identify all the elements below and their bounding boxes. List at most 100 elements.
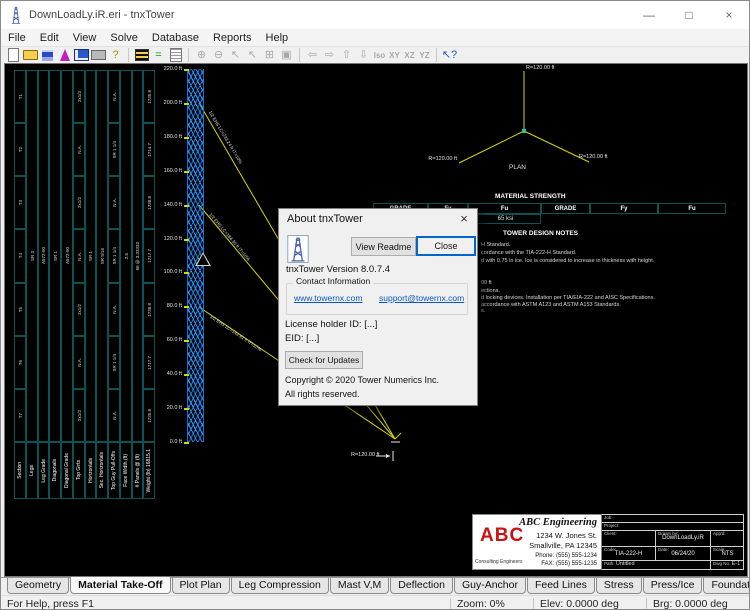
strength-header-cell: Fu [468, 203, 541, 214]
takeoff-column-label: # Panels @ (ft) [132, 442, 143, 499]
elevation-tick [184, 205, 189, 207]
toolbar-separator [128, 48, 129, 62]
takeoff-column-label: Horizontals [85, 442, 96, 499]
path-label: Path: [604, 561, 615, 566]
report-icon[interactable] [167, 48, 184, 63]
support-email-link[interactable]: support@towernx.com [379, 293, 464, 303]
tab-plot-plan[interactable]: Plot Plan [172, 578, 230, 594]
rotate-down-icon: ⇩ [355, 48, 372, 63]
takeoff-cell: SR 9/16 [96, 70, 108, 442]
equals-icon[interactable]: = [150, 48, 167, 63]
close-button[interactable]: × [709, 1, 749, 29]
design-note-line: accordance with ASTM A123 and ASTM A153 … [481, 302, 621, 308]
strength-cell: 65 ksi [469, 216, 542, 222]
version-text: tnxTower Version 8.0.7.4 [286, 264, 390, 275]
menu-reports[interactable]: Reports [206, 32, 259, 44]
tab-guy-anchor[interactable]: Guy-Anchor [454, 578, 526, 594]
firm-address2: Smallville, PA 12345 [529, 541, 597, 550]
elevation-label: 20.0 ft [152, 405, 182, 411]
menu-help[interactable]: Help [259, 32, 296, 44]
save-icon[interactable] [39, 48, 56, 63]
elevation-tick [184, 69, 189, 71]
elevation-label: 140.0 ft [152, 202, 182, 208]
tab-stress[interactable]: Stress [596, 578, 642, 594]
tab-foundation[interactable]: Foundation [703, 578, 750, 594]
takeoff-cell: 1735.8 [143, 389, 155, 442]
takeoff-cell: N.A. [108, 389, 120, 442]
elevation-tick [184, 408, 189, 410]
eid-text: EID: [...] [285, 333, 319, 344]
tab-mast-v-m[interactable]: Mast V,M [330, 578, 389, 594]
context-help-icon[interactable]: ↖? [441, 48, 458, 63]
takeoff-column-label: Top Girts [73, 442, 85, 499]
open-icon[interactable] [22, 48, 39, 63]
menu-bar: FileEditViewSolveDatabaseReportsHelp [1, 29, 749, 47]
plan-radius-top-label: R=120.00 ft [526, 65, 555, 71]
client-label: Client: [604, 531, 653, 536]
dialog-close-icon[interactable]: × [453, 209, 475, 228]
print-icon[interactable] [90, 48, 107, 63]
status-elevation: Elev: 0.0000 deg [533, 598, 646, 610]
toolbar: ?=⊕⊖↖↖⊞▣⇦⇨⇧⇩IsoXYXZYZ↖? [1, 47, 749, 63]
status-bar: For Help, press F1 Zoom: 0% Elev: 0.0000… [1, 595, 749, 610]
tab-leg-compression[interactable]: Leg Compression [231, 578, 329, 594]
plan-radius-right-label: R=120.00 ft [579, 154, 608, 160]
zoom-out-icon: ⊖ [210, 48, 227, 63]
takeoff-column-label: Face Width (ft) [120, 442, 132, 499]
help-icon[interactable]: ? [107, 48, 124, 63]
design-note-line: 00 ft [481, 280, 492, 286]
input-grid-icon[interactable] [133, 48, 150, 63]
elevation-tick [184, 137, 189, 139]
menu-file[interactable]: File [1, 32, 33, 44]
view-yz-button: YZ [417, 48, 432, 63]
tnx-model-icon[interactable] [56, 48, 73, 63]
minimize-button[interactable]: — [629, 1, 669, 29]
menu-edit[interactable]: Edit [33, 32, 66, 44]
logo-subtitle: Consulting Engineers [475, 559, 523, 565]
close-dialog-button[interactable]: Close [416, 236, 476, 256]
menu-view[interactable]: View [66, 32, 104, 44]
design-note-line: s. [481, 308, 485, 314]
material-strength-title: MATERIAL STRENGTH [495, 193, 566, 200]
strength-header-cell: Fy [590, 203, 658, 214]
design-note-line: H Standard. [481, 242, 510, 248]
image-icon[interactable] [73, 48, 90, 63]
takeoff-cell: 1717.7 [143, 229, 155, 283]
dialog-title-bar[interactable]: About tnxTower × [279, 209, 477, 229]
elevation-label: 180.0 ft [152, 134, 182, 140]
menu-database[interactable]: Database [145, 32, 206, 44]
check-updates-button[interactable]: Check for Updates [285, 351, 363, 369]
menu-solve[interactable]: Solve [103, 32, 145, 44]
firm-name: ABC Engineering [519, 517, 597, 528]
new-icon[interactable] [5, 48, 22, 63]
rotate-right-icon: ⇨ [321, 48, 338, 63]
takeoff-cell: SR 1 [49, 70, 61, 442]
elevation-tick [184, 171, 189, 173]
app-window: DownLoadLy.iR.eri - tnxTower — □ × FileE… [0, 0, 750, 610]
elevation-label: 120.0 ft [152, 236, 182, 242]
takeoff-cell: 2x1/2 [73, 389, 85, 442]
takeoff-cell: 1714.7 [143, 123, 155, 176]
appd-label: App'd: [713, 531, 742, 536]
tab-geometry[interactable]: Geometry [7, 578, 69, 594]
copyright-text: Copyright © 2020 Tower Numerics Inc. [285, 375, 439, 385]
takeoff-cell: A572-50 [38, 70, 49, 442]
tab-feed-lines[interactable]: Feed Lines [527, 578, 595, 594]
status-bearing: Brg: 0.0000 deg [646, 598, 749, 610]
tab-deflection[interactable]: Deflection [390, 578, 453, 594]
takeoff-cell: N.A. [73, 229, 85, 283]
triangle-marker [195, 252, 211, 266]
takeoff-cell: SR 3 [26, 70, 38, 442]
tab-material-take-off[interactable]: Material Take-Off [70, 577, 170, 594]
takeoff-cell: T3 [14, 176, 26, 229]
tnxtower-logo-icon [287, 235, 309, 263]
title-block-info-panel: Job: Project: Client: Drawn by:DownLoadL… [602, 514, 744, 570]
maximize-button[interactable]: □ [669, 1, 709, 29]
elevation-label: 40.0 ft [152, 371, 182, 377]
takeoff-cell: 2x1/2 [73, 70, 85, 123]
takeoff-cell: T1 [14, 70, 26, 123]
tab-press-ice[interactable]: Press/Ice [643, 578, 703, 594]
website-link[interactable]: www.towernx.com [294, 293, 363, 303]
takeoff-column-label: Legs [26, 442, 38, 499]
view-readme-button[interactable]: View Readme [351, 237, 416, 256]
